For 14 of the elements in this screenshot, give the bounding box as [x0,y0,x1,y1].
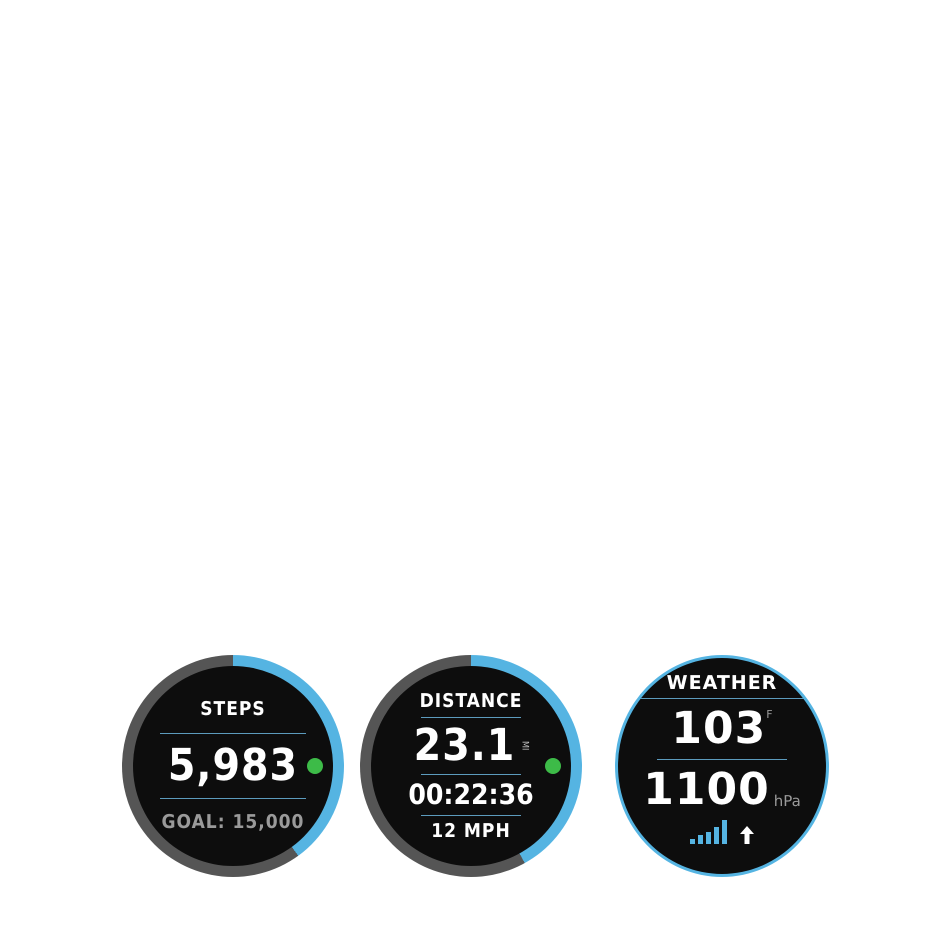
distance-value: 23.1 [414,724,516,768]
elapsed-time: 00:22:36 [408,780,534,808]
speed-text: 12 MPH [431,822,511,840]
up-arrow-icon [740,826,754,844]
screen-title: STEPS [200,700,266,719]
screen-title: WEATHER [666,674,778,693]
unit-label: F [766,707,773,723]
goal-text: GOAL: 15,000 [162,813,304,832]
screen-title: DISTANCE [420,692,522,710]
unit-label: MI [519,740,528,750]
pressure-value: 1100 [643,768,770,812]
step-count: 5,983 [168,744,298,788]
unit-label: hPa [774,790,801,812]
temperature-value: 103 [671,707,766,751]
